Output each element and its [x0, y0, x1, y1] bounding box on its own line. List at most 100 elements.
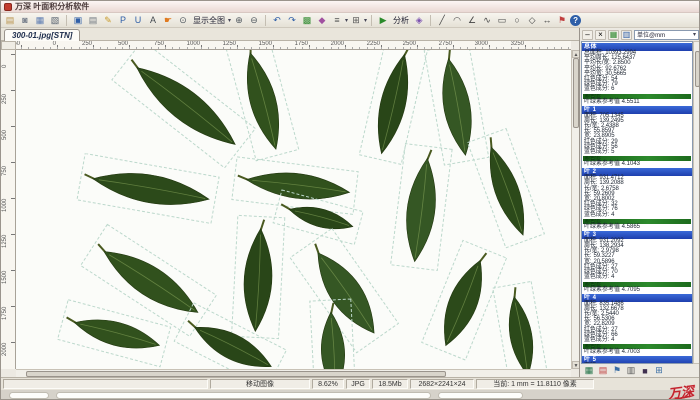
export-excel-icon[interactable]: ▦: [583, 365, 595, 376]
rgb-flag-icon[interactable]: ⚑: [611, 365, 623, 376]
ruler-label: 250: [82, 41, 92, 47]
leaf-shape: [305, 244, 386, 342]
magic-tool-icon[interactable]: ◈: [412, 14, 426, 27]
chevron-down-icon: ▾: [364, 17, 367, 24]
leaf-shape: [71, 311, 162, 356]
ruler-minortick: [194, 47, 195, 49]
export-report-icon[interactable]: ▤: [597, 365, 609, 376]
line-measure-icon[interactable]: ╱: [435, 14, 449, 27]
page-next-icon[interactable]: U: [131, 14, 145, 27]
curve-measure-icon[interactable]: ◠: [450, 14, 464, 27]
ruler-label: 1500: [2, 271, 8, 284]
scanner-icon[interactable]: ▦: [33, 14, 47, 27]
redo-icon[interactable]: ↷: [285, 14, 299, 27]
panel-scrollbar[interactable]: [693, 41, 700, 364]
text-label-icon[interactable]: A: [146, 14, 160, 27]
palette-icon[interactable]: ◆: [315, 14, 329, 27]
app-window: 万深 叶面积分析软件 ▤◙▦▧▣▤✎PUA☛⊙显示全图▾⊕⊖↶↷▩◆≡▾⊞▾▶分…: [0, 0, 700, 400]
leaf-object[interactable]: [290, 228, 398, 352]
undo-icon[interactable]: ↶: [270, 14, 284, 27]
leaf-object[interactable]: [58, 300, 171, 367]
panel-minimize-icon[interactable]: –: [582, 30, 593, 40]
leaf-object[interactable]: [424, 50, 488, 165]
zoom-out-icon[interactable]: ⊖: [247, 14, 261, 27]
image-canvas[interactable]: [16, 50, 571, 369]
edit-pencil-icon[interactable]: ✎: [101, 14, 115, 27]
new-image-icon[interactable]: ▤: [3, 14, 17, 27]
save-icon[interactable]: ▣: [71, 14, 85, 27]
ruler-minortick: [64, 47, 65, 49]
ruler-tick: [11, 270, 15, 271]
stat-value: 4: [611, 275, 614, 280]
results-panel: – × ▦▥ 单位@mm ▾ 总体总面积:10393.2994平均周长:125.…: [579, 28, 700, 377]
wanshen-logo: 万深: [667, 384, 694, 400]
rect-select-icon[interactable]: ▭: [495, 14, 509, 27]
ruler-label: 1000: [2, 199, 8, 212]
help-icon[interactable]: ?: [570, 15, 581, 26]
distance-measure-icon[interactable]: ↔: [540, 14, 554, 27]
camera-capture-icon[interactable]: ◙: [18, 14, 32, 27]
ruler-tick: [11, 90, 15, 91]
stat-row: 蓝色成分:4: [582, 275, 692, 280]
ellipse-select-icon[interactable]: ○: [510, 14, 524, 27]
leaf-object[interactable]: [359, 50, 428, 164]
stat-row: 蓝色成分:4: [582, 213, 692, 218]
dark-image-icon[interactable]: ■: [639, 365, 651, 376]
print-icon[interactable]: ▤: [86, 14, 100, 27]
ruler-tick: [11, 306, 15, 307]
video-source-icon[interactable]: ▧: [48, 14, 62, 27]
unit-dropdown[interactable]: 单位@mm ▾: [634, 30, 699, 40]
ruler-minortick: [273, 47, 274, 49]
leaf-object[interactable]: [232, 215, 285, 338]
leaf-object[interactable]: [81, 224, 217, 336]
ruler-minortick: [338, 47, 339, 49]
fill-color-icon[interactable]: ▩: [300, 14, 314, 27]
leaf-object[interactable]: [226, 50, 299, 161]
ruler-minortick: [374, 47, 375, 49]
status-dimensions: 2682×2241×24: [410, 379, 474, 389]
leaf-object[interactable]: [391, 144, 453, 271]
ruler-minortick: [482, 47, 483, 49]
tab-bar: 300-01.jpg[STN]: [1, 28, 579, 41]
vertical-scrollbar[interactable]: ▲ ▼: [571, 50, 579, 369]
flag-marker-icon[interactable]: ⚑: [555, 14, 569, 27]
horizontal-ruler: -250025050075010001250150017502000225025…: [16, 41, 571, 50]
leaf-object[interactable]: [493, 281, 548, 369]
ruler-label: 750: [154, 41, 164, 47]
horizontal-scrollbar[interactable]: [16, 369, 571, 377]
ruler-minortick: [251, 47, 252, 49]
show-all-button[interactable]: 显示全图: [191, 15, 227, 26]
magnifier-icon[interactable]: ⊙: [176, 14, 190, 27]
app-icon: [4, 3, 12, 11]
leaf-object[interactable]: [468, 129, 545, 248]
ruler-minortick: [287, 47, 288, 49]
calc-grid-icon[interactable]: ▦: [608, 30, 619, 40]
image-tab[interactable]: 300-01.jpg[STN]: [4, 29, 80, 41]
ruler-label: 750: [2, 166, 8, 176]
layer-dropdown[interactable]: ≡: [330, 14, 344, 27]
diamond-select-icon[interactable]: ◇: [525, 14, 539, 27]
angle-measure-icon[interactable]: ∠: [465, 14, 479, 27]
ruler-minortick: [244, 47, 245, 49]
analyze-play-icon[interactable]: ▶: [376, 14, 390, 27]
grid-settings-icon[interactable]: ⊞: [653, 365, 665, 376]
ruler-minortick: [136, 47, 137, 49]
panel-close-icon[interactable]: ×: [595, 30, 606, 40]
zoom-in-icon[interactable]: ⊕: [232, 14, 246, 27]
page-prev-icon[interactable]: P: [116, 14, 130, 27]
chart-icon[interactable]: ▥: [621, 30, 632, 40]
leaf-object[interactable]: [232, 157, 358, 215]
leaf-object[interactable]: [174, 303, 286, 369]
panel-scroll-thumb[interactable]: [695, 51, 700, 87]
ruler-minortick: [417, 47, 418, 49]
grid-dropdown[interactable]: ⊞: [349, 14, 363, 27]
stat-label: 蓝色成分:: [584, 213, 609, 218]
analyze-button[interactable]: 分析: [391, 15, 411, 26]
pan-hand-icon[interactable]: ☛: [161, 14, 175, 27]
leaf-object[interactable]: [422, 240, 507, 360]
histogram-icon[interactable]: ▥: [625, 365, 637, 376]
wave-measure-icon[interactable]: ∿: [480, 14, 494, 27]
leaf-object[interactable]: [77, 154, 219, 224]
leaf-object[interactable]: [112, 50, 255, 168]
ruler-minortick: [496, 47, 497, 49]
